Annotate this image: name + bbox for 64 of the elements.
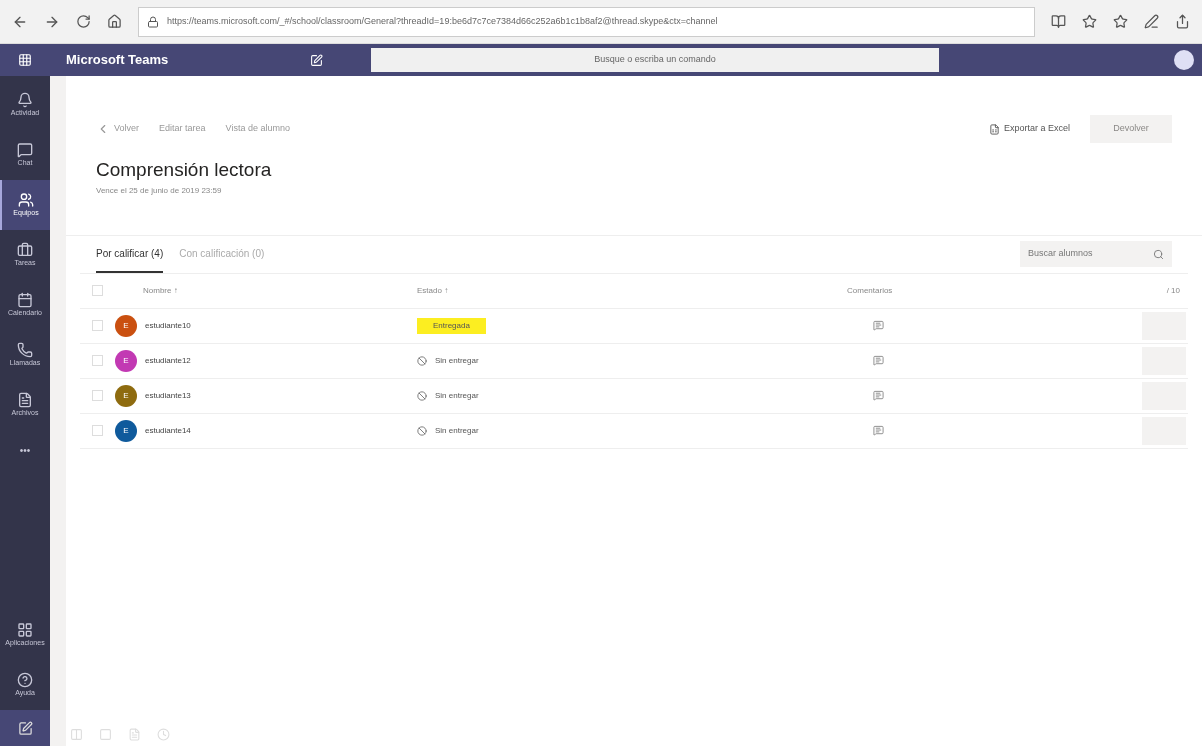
comment-icon[interactable] <box>873 320 884 331</box>
status-label: Entregada <box>417 317 486 334</box>
tab[interactable]: Por calificar (4) <box>96 235 164 273</box>
row-checkbox[interactable] <box>92 320 103 331</box>
reading-view-icon[interactable] <box>1051 14 1066 29</box>
rail-icon <box>17 91 33 108</box>
row-checkbox[interactable] <box>92 355 103 366</box>
lock-icon <box>147 15 159 28</box>
column-header: Comentarios <box>847 284 894 297</box>
assignment-title: Comprensión lectora <box>95 158 273 182</box>
not-submitted-icon <box>417 390 427 401</box>
rail-icon <box>18 191 34 208</box>
rail-icon <box>17 241 33 258</box>
student-name[interactable]: estudiante14 <box>145 424 417 437</box>
favorite-icon[interactable] <box>1082 14 1097 29</box>
home-icon[interactable] <box>107 14 122 29</box>
not-submitted-icon <box>417 425 427 436</box>
notes-icon[interactable] <box>128 727 141 741</box>
comment-icon[interactable] <box>873 355 884 366</box>
refresh-icon[interactable] <box>76 14 91 29</box>
history-icon[interactable] <box>157 727 170 741</box>
pen-icon[interactable] <box>1144 14 1159 29</box>
app-launcher-icon[interactable] <box>18 53 32 67</box>
rail-icon <box>17 341 33 358</box>
command-search-field[interactable]: Busque o escriba un comando <box>371 48 939 72</box>
status-label: Sin entregar <box>435 354 479 367</box>
favorites-list-icon[interactable] <box>1113 14 1128 29</box>
compose-icon[interactable] <box>310 53 323 67</box>
search-icon <box>1153 248 1164 260</box>
export-excel-button[interactable]: Exportar a Excel <box>988 122 1070 136</box>
comment-icon[interactable] <box>873 425 884 436</box>
more-apps-button[interactable]: ••• <box>19 430 31 470</box>
avatar: E <box>115 384 137 407</box>
row-checkbox[interactable] <box>92 390 103 401</box>
comment-icon[interactable] <box>873 390 884 401</box>
due-date: Vence el 25 de junio de 2019 23:59 <box>95 184 223 197</box>
avatar: E <box>115 419 137 442</box>
tab-preview-icon[interactable] <box>70 727 83 741</box>
avatar: E <box>115 349 137 372</box>
student-search-field[interactable]: Buscar alumnos <box>1020 241 1172 267</box>
not-submitted-icon <box>417 355 427 366</box>
feedback-icon[interactable] <box>17 720 33 736</box>
rail-icon <box>17 671 33 688</box>
rail-icon <box>17 291 33 308</box>
status-label: Sin entregar <box>435 424 479 437</box>
url-text: https://teams.microsoft.com/_#/school/classroom/General?threadId=19:be6d7c7ce7384d66c252a6b1c1b8af2@thread.skype&ctx=channel <box>167 14 718 28</box>
rail-icon <box>17 621 33 638</box>
column-header[interactable]: Nombre ↑ <box>143 284 417 297</box>
user-avatar[interactable] <box>1174 50 1194 70</box>
address-bar[interactable]: https://teams.microsoft.com/_#/school/classroom/General?threadId=19:be6d7c7ce7384d66c252a6b1c1b8af2@thread.skype&ctx=channel <box>138 6 1035 37</box>
row-checkbox[interactable] <box>92 425 103 436</box>
share-icon[interactable] <box>1175 14 1190 29</box>
student-name[interactable]: estudiante10 <box>145 319 417 332</box>
avatar: E <box>115 314 137 337</box>
rail-icon <box>17 141 33 158</box>
student-name[interactable]: estudiante12 <box>145 354 417 367</box>
rail-icon <box>17 391 33 408</box>
column-header[interactable]: Estado ↑ <box>417 284 847 297</box>
select-all-checkbox[interactable] <box>92 285 103 296</box>
status-label: Sin entregar <box>435 389 479 402</box>
spreadsheet-icon <box>988 123 1000 135</box>
column-header: / 10 <box>1166 284 1180 297</box>
student-name[interactable]: estudiante13 <box>145 389 417 402</box>
app-title: Microsoft Teams <box>65 51 170 70</box>
